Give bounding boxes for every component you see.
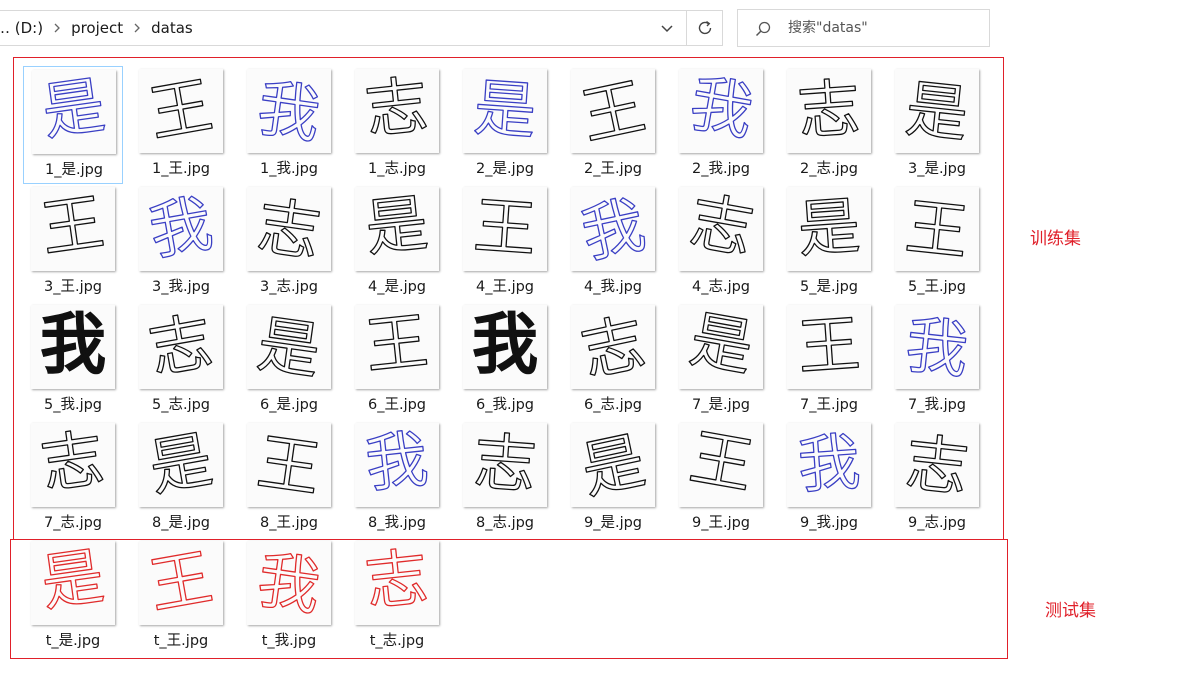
test-set-box	[10, 539, 1008, 659]
test-set-label: 测试集	[1045, 601, 1096, 621]
train-set-label: 训练集	[1030, 229, 1081, 249]
train-set-box	[13, 57, 1004, 540]
